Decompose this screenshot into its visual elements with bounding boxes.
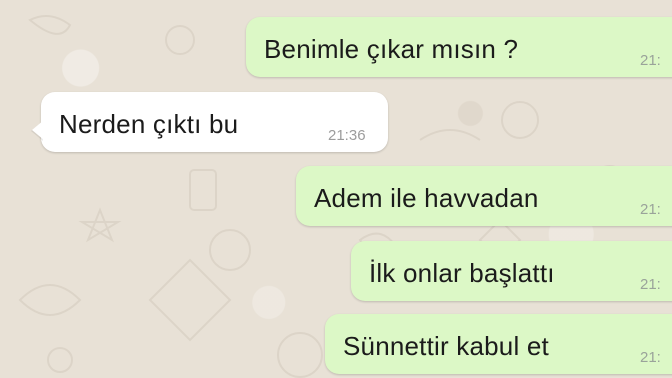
message-bubble-outgoing[interactable]: Benimle çıkar mısın ? 21: — [246, 17, 672, 77]
message-timestamp: 21: — [640, 201, 661, 218]
message-timestamp: 21:36 — [328, 127, 366, 144]
message-bubble-incoming[interactable]: Nerden çıktı bu 21:36 — [32, 92, 388, 152]
message-bubble-outgoing[interactable]: Sünnettir kabul et 21: — [325, 314, 672, 374]
chat-area[interactable]: Benimle çıkar mısın ? 21: Nerden çıktı b… — [0, 0, 672, 378]
message-bubble-outgoing[interactable]: İlk onlar başlattı 21: — [351, 241, 672, 301]
message-text: Benimle çıkar mısın ? — [264, 34, 519, 64]
message-text: Nerden çıktı bu — [59, 109, 239, 139]
message-timestamp: 21: — [640, 52, 661, 69]
message-timestamp: 21: — [640, 349, 661, 366]
message-text: Adem ile havvadan — [314, 183, 539, 213]
message-text: Sünnettir kabul et — [343, 331, 549, 361]
bubble-tail — [32, 120, 44, 140]
message-timestamp: 21: — [640, 276, 661, 293]
message-bubble-outgoing[interactable]: Adem ile havvadan 21: — [296, 166, 672, 226]
message-text: İlk onlar başlattı — [369, 258, 555, 288]
